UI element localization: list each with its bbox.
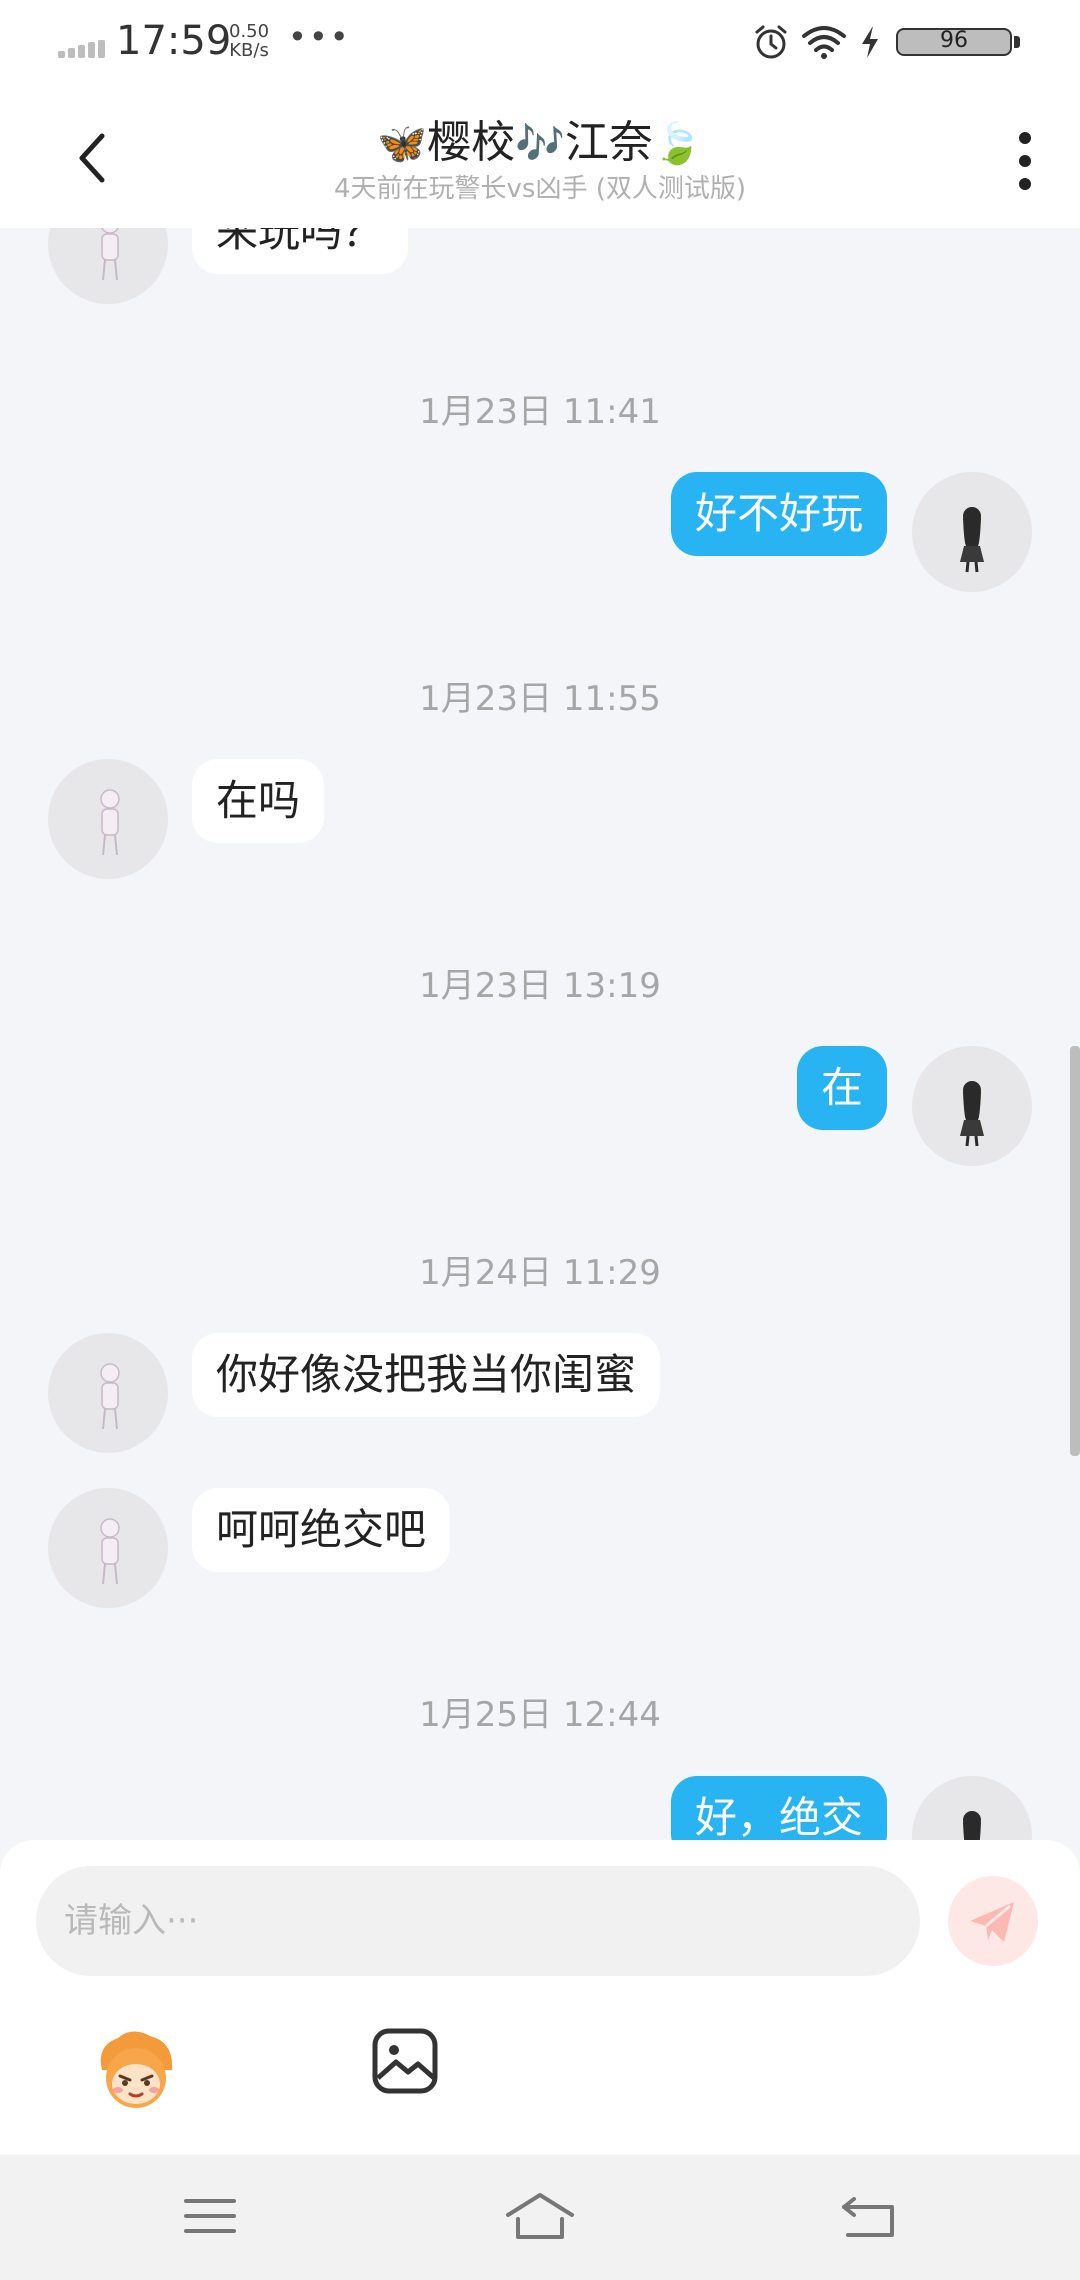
contact-avatar-figure [100,1518,120,1585]
image-icon [372,2028,438,2094]
outgoing-message[interactable]: 好，绝交 [670,1776,887,1840]
contact-avatar-figure [100,1363,120,1430]
status-bar: 17:59 0.50 KB/s ••• 96 [0,0,1080,88]
more-icon[interactable] [1010,126,1040,196]
incoming-message[interactable]: 呵呵绝交吧 [192,1488,451,1572]
contact-avatar-figure [100,789,120,856]
menu-icon[interactable] [170,2181,250,2251]
my-avatar-figure [960,507,984,573]
contact-avatar[interactable] [48,759,168,879]
composer [0,1840,1080,2155]
message-input[interactable] [36,1866,920,1976]
system-nav-bar [0,2155,1080,2280]
my-avatar[interactable] [912,472,1032,592]
incoming-message[interactable]: 你好像没把我当你闺蜜 [192,1333,661,1417]
emoji-icon [100,2031,173,2108]
home-icon[interactable] [500,2181,580,2251]
network-speed-value: 0.50 [229,21,270,42]
contact-name: 🦋樱校🎶江奈🍃 [0,106,1080,170]
my-avatar[interactable] [912,1046,1032,1166]
more-notifications-indicator: ••• [288,18,351,56]
contact-avatar[interactable] [48,1333,168,1453]
message-timestamp: 1月23日 11:55 [419,679,661,719]
message-timestamp: 1月23日 13:19 [419,966,661,1006]
status-time: 17:59 [116,18,232,64]
chat-scrollbar[interactable] [1070,1046,1080,1456]
wifi-icon [802,26,846,59]
my-avatar-figure [960,1081,984,1147]
outgoing-message[interactable]: 好不好玩 [670,472,887,556]
music-notes-emoji: 🎶 [515,121,565,167]
alarm-icon [755,25,787,59]
image-button[interactable] [370,2026,440,2096]
back-nav-icon[interactable] [830,2181,910,2251]
message-timestamp: 1月24日 11:29 [419,1253,661,1293]
network-speed-unit: KB/s [229,40,269,61]
send-button[interactable] [948,1876,1038,1966]
contact-avatar[interactable] [48,1488,168,1608]
battery-icon: 96 [896,28,1020,56]
contact-avatar-figure [101,228,119,281]
my-avatar-figure [963,1811,981,1840]
charging-icon [862,26,878,58]
contact-name-part1: 樱校 [427,117,516,168]
contact-name-part2: 江奈 [564,117,653,168]
contact-status: 4天前在玩警长vs凶手 (双人测试版) [333,174,747,204]
my-avatar[interactable] [912,1776,1032,1840]
send-icon [970,1902,1014,1942]
leaf-emoji: 🍃 [652,121,703,167]
outgoing-message[interactable]: 在 [796,1046,887,1130]
network-speed: 0.50 KB/s [229,22,269,60]
status-right-icons: 96 [720,22,1020,62]
battery-level: 96 [940,28,968,53]
contact-avatar[interactable] [48,228,168,304]
message-list[interactable]: 来玩吗？ 1月23日 11:41 好不好玩 1月23日 11:55 在吗 1月2… [0,228,1080,1840]
butterfly-emoji: 🦋 [377,121,428,167]
sticker-button[interactable] [92,2026,180,2114]
message-timestamp: 1月25日 12:44 [419,1695,661,1735]
incoming-message[interactable]: 在吗 [192,759,325,843]
chat-header: 🦋樱校🎶江奈🍃 4天前在玩警长vs凶手 (双人测试版) [0,88,1080,228]
message-timestamp: 1月23日 11:41 [419,392,661,432]
incoming-message[interactable]: 来玩吗？ [192,228,409,274]
